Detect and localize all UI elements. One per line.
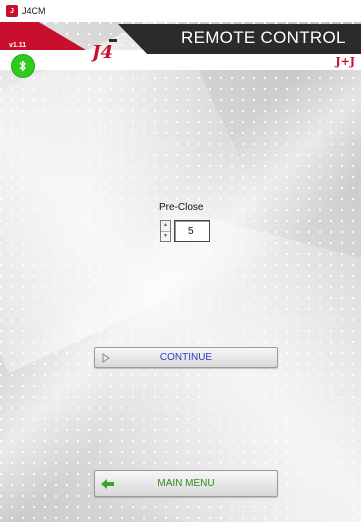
preclose-stepper: ▲ ▼ 5	[160, 220, 210, 242]
brand-logo: J+J	[335, 55, 355, 68]
app-area: v1.11 REMOTE CONTROL J4 J+J Pre-Close ▲ …	[0, 22, 361, 522]
main-menu-label: MAIN MENU	[157, 478, 215, 489]
logo-text: J4	[91, 42, 113, 62]
window-titlebar: J J4CM	[0, 0, 361, 23]
arrow-left-icon	[101, 478, 115, 489]
j4-logo-icon: J4	[91, 39, 117, 62]
version-label: v1.11	[9, 42, 27, 49]
preclose-value-field[interactable]: 5	[174, 220, 210, 242]
main-menu-button[interactable]: MAIN MENU	[94, 470, 278, 497]
preclose-label: Pre-Close	[159, 202, 204, 213]
page-title: REMOTE CONTROL	[181, 28, 346, 47]
continue-button[interactable]: CONTINUE	[94, 347, 278, 368]
bluetooth-icon	[19, 60, 26, 72]
continue-label: CONTINUE	[159, 352, 213, 363]
preclose-spinner: ▲ ▼	[160, 220, 171, 242]
header: v1.11 REMOTE CONTROL J4 J+J	[0, 22, 361, 74]
app-icon: J	[6, 5, 18, 17]
bluetooth-status[interactable]	[12, 55, 34, 77]
decrement-button[interactable]: ▼	[161, 230, 170, 242]
window-title: J4CM	[22, 6, 46, 16]
play-outline-icon	[101, 352, 111, 363]
increment-button[interactable]: ▲	[161, 221, 170, 231]
